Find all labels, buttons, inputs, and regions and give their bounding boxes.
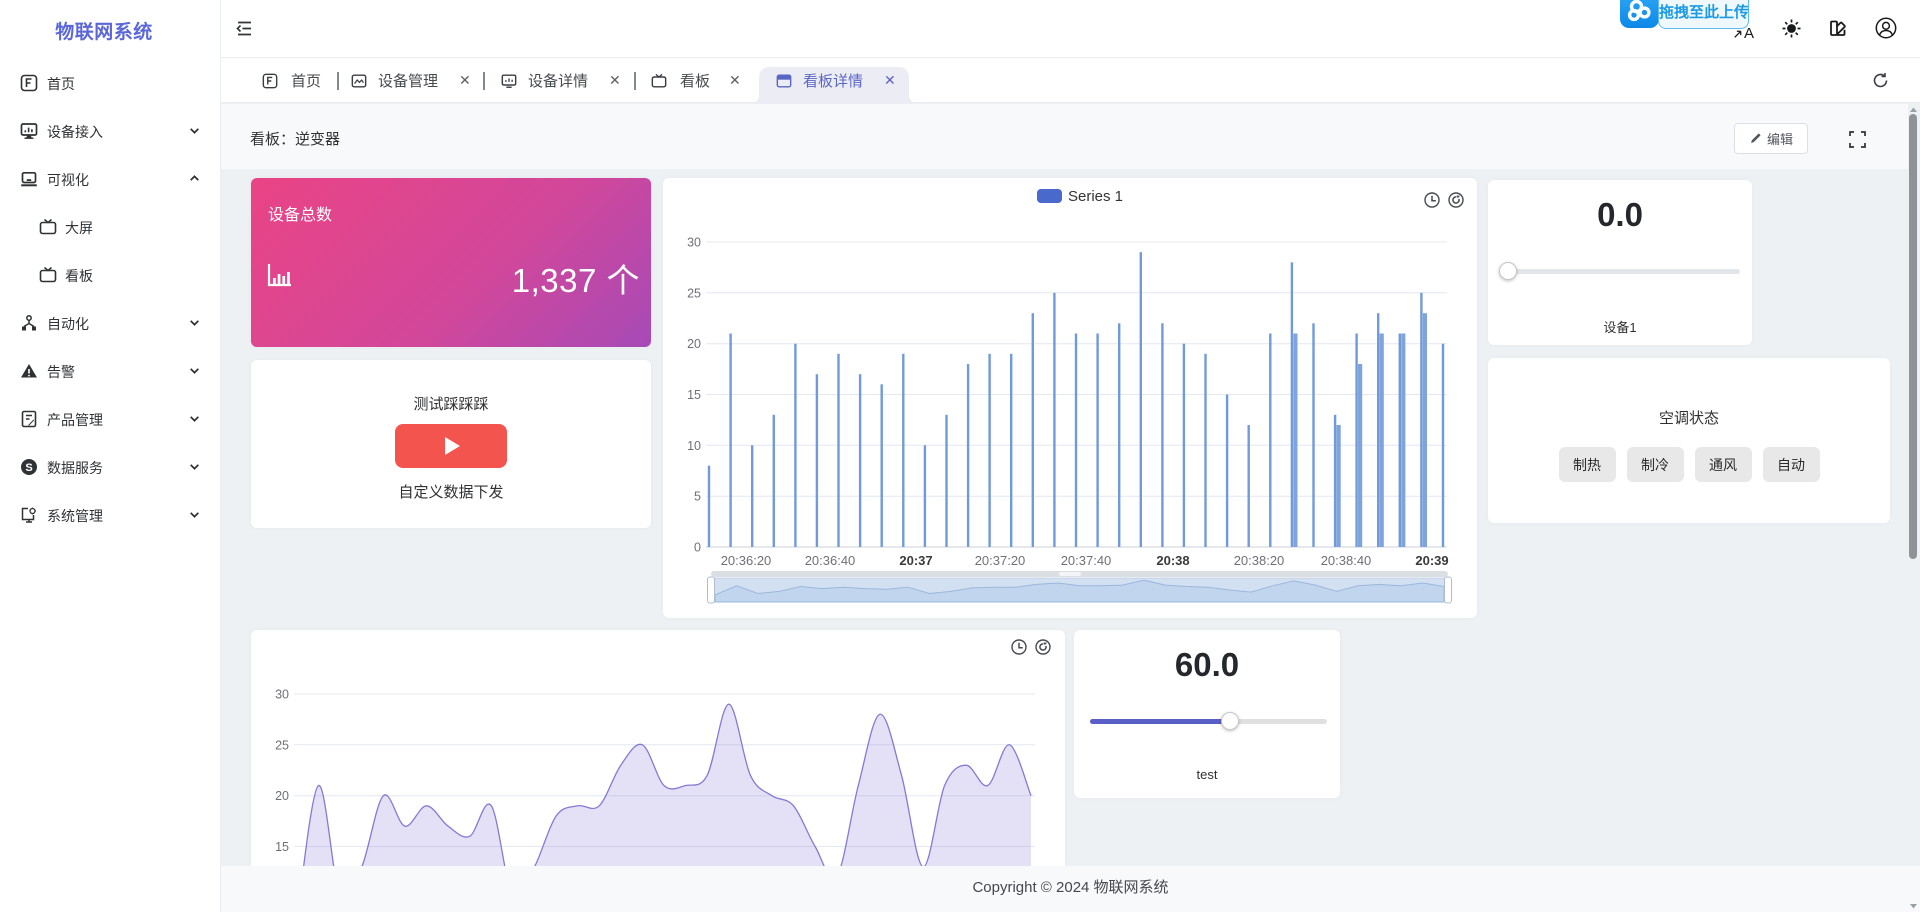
svg-text:30: 30	[275, 688, 289, 702]
svg-text:25: 25	[275, 738, 289, 752]
svg-text:20:39: 20:39	[1415, 553, 1448, 568]
svg-text:20:38: 20:38	[1156, 553, 1189, 568]
svg-text:S: S	[25, 462, 32, 474]
svg-text:20:37: 20:37	[899, 553, 932, 568]
svg-text:25: 25	[687, 286, 701, 300]
svg-text:20:38:40: 20:38:40	[1321, 553, 1372, 568]
svg-text:20:37:20: 20:37:20	[975, 553, 1026, 568]
svg-text:15: 15	[687, 388, 701, 402]
svg-text:20:37:40: 20:37:40	[1061, 553, 1112, 568]
svg-text:15: 15	[275, 840, 289, 854]
svg-text:20: 20	[687, 337, 701, 351]
svg-text:10: 10	[687, 439, 701, 453]
svg-text:20:38:20: 20:38:20	[1234, 553, 1285, 568]
svg-text:20:36:40: 20:36:40	[805, 553, 856, 568]
svg-text:5: 5	[694, 490, 701, 504]
svg-text:0: 0	[694, 541, 701, 555]
svg-text:20:36:20: 20:36:20	[721, 553, 772, 568]
svg-text:Series 1: Series 1	[1068, 188, 1123, 205]
svg-text:20: 20	[275, 789, 289, 803]
svg-text:30: 30	[687, 236, 701, 250]
